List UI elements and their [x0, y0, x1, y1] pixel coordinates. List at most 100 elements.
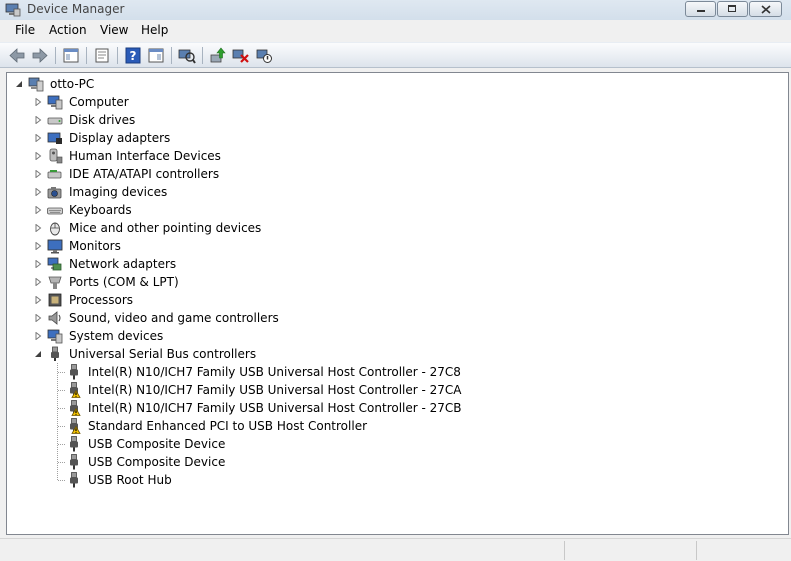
status-bar-separator — [564, 541, 565, 560]
usb-device-icon — [70, 454, 78, 470]
tree-item-sound-video-and-game-controllers[interactable]: Sound, video and game controllers — [7, 309, 407, 327]
tree-item-label: Ports (COM & LPT) — [69, 275, 179, 289]
usb-device-item[interactable]: Intel(R) N10/ICH7 Family USB Universal H… — [7, 363, 507, 381]
expand-arrow-icon[interactable] — [34, 332, 42, 340]
title-bar: Device Manager — [0, 0, 791, 20]
toolbar-separator — [117, 47, 118, 64]
minimize-button[interactable] — [685, 1, 716, 17]
usb-device-item[interactable]: USB Composite Device — [7, 435, 507, 453]
usb-device-item[interactable]: USB Composite Device — [7, 453, 507, 471]
close-button[interactable] — [749, 1, 782, 17]
tree-item-ports-com-lpt[interactable]: Ports (COM & LPT) — [7, 273, 407, 291]
tree-item-system-devices[interactable]: System devices — [7, 327, 407, 345]
computer-pc-icon — [28, 77, 44, 92]
menu-action[interactable]: Action — [49, 23, 87, 37]
disk-drive-icon — [47, 117, 63, 125]
tree-item-label: Monitors — [69, 239, 121, 253]
scan-hardware-icon[interactable] — [178, 47, 196, 64]
expand-arrow-icon[interactable] — [34, 188, 42, 196]
tree-item-label: Keyboards — [69, 203, 132, 217]
status-bar-separator — [696, 541, 697, 560]
update-driver-icon[interactable] — [209, 47, 227, 64]
usb-device-label: Intel(R) N10/ICH7 Family USB Universal H… — [88, 401, 462, 415]
expand-arrow-icon[interactable] — [34, 278, 42, 286]
network-adapter-icon — [47, 257, 62, 271]
usb-icon — [51, 346, 59, 361]
tree-root-label: otto-PC — [50, 77, 95, 91]
tree-item-universal-serial-bus-controllers[interactable]: Universal Serial Bus controllers — [7, 345, 407, 363]
expand-arrow-icon[interactable] — [34, 134, 42, 142]
tree-root[interactable]: otto-PC — [7, 75, 307, 93]
usb-device-item[interactable]: USB Root Hub — [7, 471, 507, 489]
menu-help[interactable]: Help — [141, 23, 168, 37]
toolbar-separator — [86, 47, 87, 64]
usb-device-label: USB Composite Device — [88, 455, 226, 469]
minimize-icon — [697, 10, 705, 12]
expand-arrow-icon[interactable] — [34, 260, 42, 268]
expand-arrow-icon[interactable] — [34, 98, 42, 106]
properties-icon[interactable] — [93, 47, 111, 64]
device-tree[interactable]: otto-PC Computer Disk drives Display adapt… — [6, 72, 789, 535]
expand-arrow-icon[interactable] — [34, 242, 42, 250]
collapse-arrow-icon[interactable] — [15, 80, 23, 88]
toolbar-separator — [202, 47, 203, 64]
disable-device-icon[interactable] — [255, 47, 273, 64]
toolbar-separator — [171, 47, 172, 64]
expand-arrow-icon[interactable] — [34, 116, 42, 124]
tree-item-ide-ata-atapi-controllers[interactable]: IDE ATA/ATAPI controllers — [7, 165, 407, 183]
tree-item-display-adapters[interactable]: Display adapters — [7, 129, 407, 147]
warning-icon — [71, 425, 81, 434]
mouse-icon — [50, 222, 60, 236]
tree-item-mice-and-other-pointing-devices[interactable]: Mice and other pointing devices — [7, 219, 407, 237]
tree-connector-line — [58, 480, 65, 481]
monitor-icon — [47, 239, 63, 254]
maximize-button[interactable] — [717, 1, 748, 17]
toolbar: ? — [0, 42, 791, 68]
tree-item-label: Processors — [69, 293, 134, 307]
tree-item-disk-drives[interactable]: Disk drives — [7, 111, 407, 129]
tree-connector-line — [58, 390, 65, 391]
back-arrow-icon[interactable] — [8, 47, 26, 64]
expand-arrow-icon[interactable] — [34, 224, 42, 232]
tree-item-imaging-devices[interactable]: Imaging devices — [7, 183, 407, 201]
menu-file[interactable]: File — [15, 23, 35, 37]
expand-arrow-icon[interactable] — [34, 206, 42, 214]
forward-arrow-icon[interactable] — [31, 47, 49, 64]
tree-item-label: Computer — [69, 95, 129, 109]
usb-device-item[interactable]: Standard Enhanced PCI to USB Host Contro… — [7, 417, 507, 435]
tree-item-label: Imaging devices — [69, 185, 168, 199]
usb-device-label: Intel(R) N10/ICH7 Family USB Universal H… — [88, 365, 461, 379]
usb-device-label: USB Root Hub — [88, 473, 172, 487]
tree-item-label: Mice and other pointing devices — [69, 221, 262, 235]
tree-item-computer[interactable]: Computer — [7, 93, 407, 111]
tree-connector-line — [58, 462, 65, 463]
tree-item-monitors[interactable]: Monitors — [7, 237, 407, 255]
usb-device-item[interactable]: Intel(R) N10/ICH7 Family USB Universal H… — [7, 381, 507, 399]
camera-icon — [47, 187, 62, 199]
ide-controller-icon — [47, 170, 62, 179]
usb-device-icon — [70, 472, 78, 488]
tree-connector-line — [58, 426, 65, 427]
usb-device-item[interactable]: Intel(R) N10/ICH7 Family USB Universal H… — [7, 399, 507, 417]
hid-icon — [49, 148, 63, 164]
display-adapter-icon — [47, 132, 62, 144]
expand-arrow-icon[interactable] — [34, 152, 42, 160]
tree-item-label: Network adapters — [69, 257, 177, 271]
tree-item-human-interface-devices[interactable]: Human Interface Devices — [7, 147, 407, 165]
action-pane-icon[interactable] — [147, 47, 165, 64]
show-hide-console-tree-icon[interactable] — [62, 47, 80, 64]
close-icon — [761, 5, 771, 14]
uninstall-icon[interactable] — [232, 47, 250, 64]
tree-item-keyboards[interactable]: Keyboards — [7, 201, 407, 219]
usb-device-icon — [70, 364, 78, 380]
menu-view[interactable]: View — [100, 23, 128, 37]
expand-arrow-icon[interactable] — [34, 314, 42, 322]
tree-item-processors[interactable]: Processors — [7, 291, 407, 309]
collapse-arrow-icon[interactable] — [34, 350, 42, 358]
usb-device-label: USB Composite Device — [88, 437, 226, 451]
tree-item-label: Display adapters — [69, 131, 171, 145]
tree-item-network-adapters[interactable]: Network adapters — [7, 255, 407, 273]
expand-arrow-icon[interactable] — [34, 296, 42, 304]
expand-arrow-icon[interactable] — [34, 170, 42, 178]
help-icon[interactable]: ? — [124, 47, 142, 64]
